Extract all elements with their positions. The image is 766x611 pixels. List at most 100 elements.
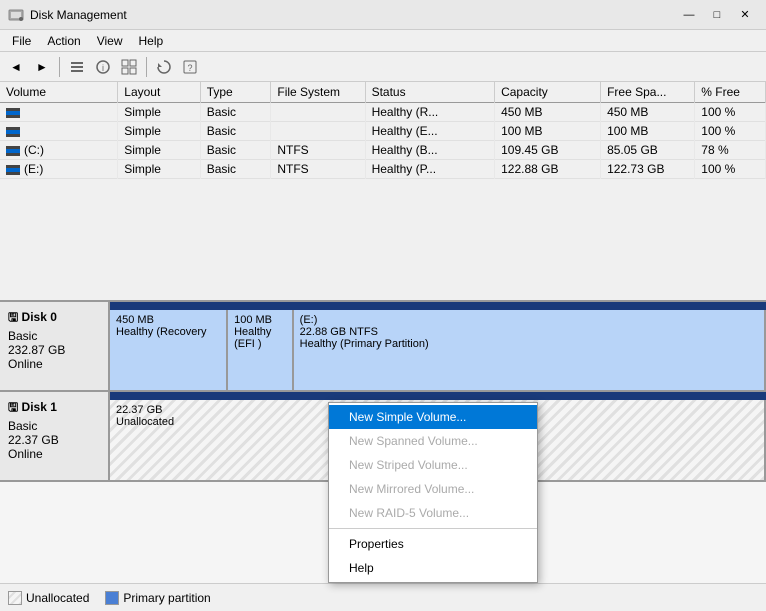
cell-layout: Simple	[118, 160, 200, 179]
col-type: Type	[200, 82, 271, 103]
menu-bar: File Action View Help	[0, 30, 766, 52]
ctx-new-striped-volume: New Striped Volume...	[329, 453, 537, 477]
cell-fs	[271, 103, 365, 122]
status-bar: Unallocated Primary partition	[0, 583, 766, 611]
cell-status: Healthy (P...	[365, 160, 495, 179]
title-bar: Disk Management — □ ✕	[0, 0, 766, 30]
cell-layout: Simple	[118, 122, 200, 141]
legend-primary-label: Primary partition	[123, 591, 210, 605]
col-volume: Volume	[0, 82, 118, 103]
svg-text:?: ?	[187, 63, 192, 73]
disk-0-type: Basic	[8, 329, 100, 343]
cell-pct: 100 %	[695, 122, 766, 141]
table-row[interactable]: (E:) Simple Basic NTFS Healthy (P... 122…	[0, 160, 766, 179]
table-header-row: Volume Layout Type File System Status Ca…	[0, 82, 766, 103]
cell-type: Basic	[200, 160, 271, 179]
close-button[interactable]: ✕	[732, 5, 758, 25]
legend-primary: Primary partition	[105, 591, 210, 605]
disk-view-button[interactable]	[117, 55, 141, 79]
table-row[interactable]: Simple Basic Healthy (R... 450 MB 450 MB…	[0, 103, 766, 122]
back-button[interactable]: ◄	[4, 55, 28, 79]
disk-1-size: 22.37 GB	[8, 433, 100, 447]
disk-0-partition-3[interactable]: (E:) 22.88 GB NTFS Healthy (Primary Part…	[294, 302, 766, 390]
list-icon	[69, 59, 85, 75]
toolbar-separator-2	[146, 57, 147, 77]
toolbar: ◄ ► i ?	[0, 52, 766, 82]
ctx-new-mirrored-volume: New Mirrored Volume...	[329, 477, 537, 501]
forward-button[interactable]: ►	[30, 55, 54, 79]
cell-capacity: 100 MB	[495, 122, 601, 141]
info-icon: i	[95, 59, 111, 75]
table-row[interactable]: Simple Basic Healthy (E... 100 MB 100 MB…	[0, 122, 766, 141]
col-fs: File System	[271, 82, 365, 103]
disk-1-type: Basic	[8, 419, 100, 433]
cell-type: Basic	[200, 141, 271, 160]
maximize-button[interactable]: □	[704, 5, 730, 25]
ctx-new-spanned-volume: New Spanned Volume...	[329, 429, 537, 453]
disk-0-partition-2[interactable]: 100 MB Healthy (EFI )	[228, 302, 294, 390]
cell-layout: Simple	[118, 103, 200, 122]
window-controls: — □ ✕	[676, 5, 758, 25]
cell-pct: 100 %	[695, 160, 766, 179]
menu-help[interactable]: Help	[131, 32, 172, 50]
cell-fs	[271, 122, 365, 141]
disk-1-label: 🖫 Disk 1 Basic 22.37 GB Online	[0, 392, 110, 480]
col-free: Free Spa...	[601, 82, 695, 103]
menu-action[interactable]: Action	[39, 32, 88, 50]
volume-table: Volume Layout Type File System Status Ca…	[0, 82, 766, 179]
disk-0-name: 🖫 Disk 0	[8, 308, 100, 329]
ctx-new-raid5-volume: New RAID-5 Volume...	[329, 501, 537, 525]
cell-volume: (C:)	[0, 141, 118, 160]
disk-0-size: 232.87 GB	[8, 343, 100, 357]
toolbar-separator-1	[59, 57, 60, 77]
partition-size: 450 MB	[116, 314, 220, 326]
disk-0-row: 🖫 Disk 0 Basic 232.87 GB Online 450 MB H…	[0, 302, 766, 392]
cell-fs: NTFS	[271, 141, 365, 160]
legend-unalloc-label: Unallocated	[26, 591, 89, 605]
cell-type: Basic	[200, 103, 271, 122]
col-layout: Layout	[118, 82, 200, 103]
disk-0-partitions: 450 MB Healthy (Recovery 100 MB Healthy …	[110, 302, 766, 390]
cell-volume	[0, 122, 118, 141]
col-capacity: Capacity	[495, 82, 601, 103]
col-pct: % Free	[695, 82, 766, 103]
partition-label: Healthy (Recovery	[116, 326, 220, 338]
ctx-help[interactable]: Help	[329, 556, 537, 580]
disk-1-name: 🖫 Disk 1	[8, 398, 100, 419]
minimize-button[interactable]: —	[676, 5, 702, 25]
ctx-properties[interactable]: Properties	[329, 532, 537, 556]
cell-volume: (E:)	[0, 160, 118, 179]
partition-size: 22.88 GB NTFS	[300, 326, 758, 338]
properties-button[interactable]: i	[91, 55, 115, 79]
window-title: Disk Management	[30, 8, 127, 22]
cell-pct: 78 %	[695, 141, 766, 160]
table-row[interactable]: (C:) Simple Basic NTFS Healthy (B... 109…	[0, 141, 766, 160]
cell-volume	[0, 103, 118, 122]
legend-primary-icon	[105, 591, 119, 605]
ctx-separator	[329, 528, 537, 529]
disk-0-partition-1[interactable]: 450 MB Healthy (Recovery	[110, 302, 228, 390]
volume-list-button[interactable]	[65, 55, 89, 79]
ctx-new-simple-volume[interactable]: New Simple Volume...	[329, 405, 537, 429]
svg-text:i: i	[102, 63, 104, 73]
refresh-button[interactable]	[152, 55, 176, 79]
cell-capacity: 122.88 GB	[495, 160, 601, 179]
cell-free: 100 MB	[601, 122, 695, 141]
legend-unallocated: Unallocated	[8, 591, 89, 605]
main-content: Volume Layout Type File System Status Ca…	[0, 82, 766, 611]
context-menu: New Simple Volume... New Spanned Volume.…	[328, 402, 538, 583]
menu-file[interactable]: File	[4, 32, 39, 50]
refresh-icon	[156, 59, 172, 75]
menu-view[interactable]: View	[89, 32, 131, 50]
cell-status: Healthy (E...	[365, 122, 495, 141]
cell-status: Healthy (R...	[365, 103, 495, 122]
help-icon: ?	[182, 59, 198, 75]
cell-pct: 100 %	[695, 103, 766, 122]
disk-1-status: Online	[8, 447, 100, 461]
partition-size: 100 MB	[234, 314, 286, 326]
volume-table-area: Volume Layout Type File System Status Ca…	[0, 82, 766, 302]
cell-free: 122.73 GB	[601, 160, 695, 179]
cell-capacity: 450 MB	[495, 103, 601, 122]
cell-fs: NTFS	[271, 160, 365, 179]
help-toolbar-button[interactable]: ?	[178, 55, 202, 79]
